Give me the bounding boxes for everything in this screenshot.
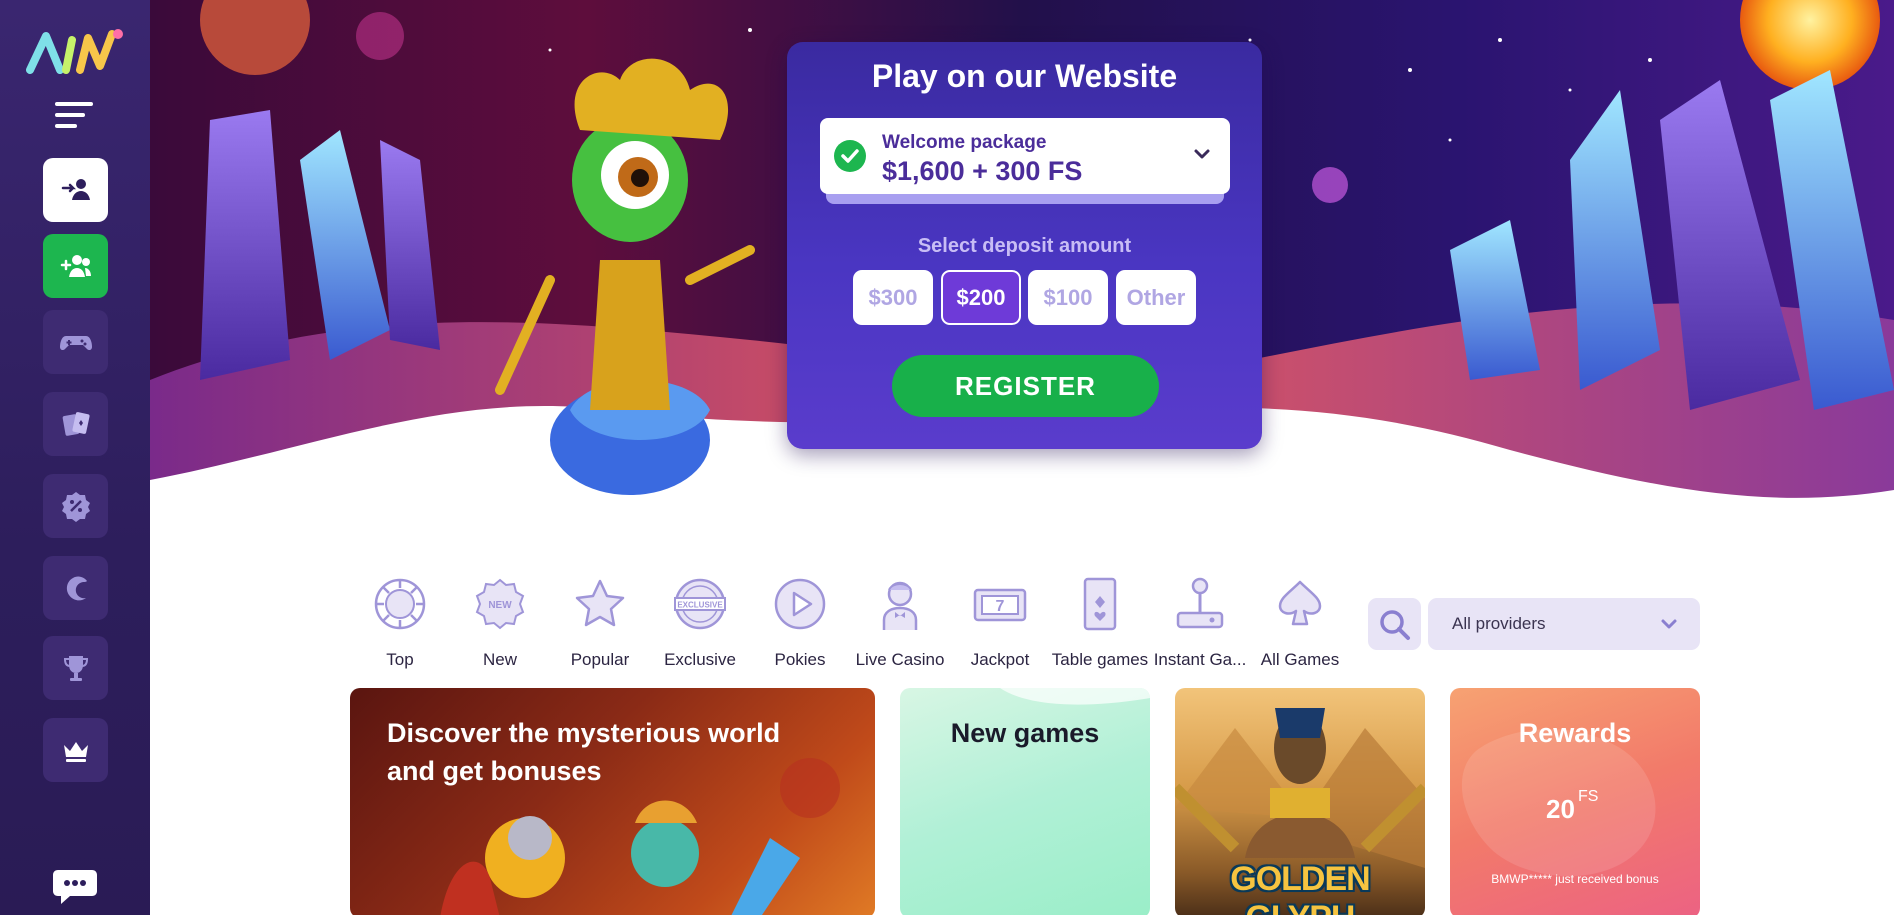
category-jackpot[interactable]: 7 Jackpot	[950, 572, 1050, 672]
providers-dropdown[interactable]: All providers	[1428, 598, 1700, 650]
category-all-games[interactable]: All Games	[1250, 572, 1350, 672]
dealer-icon	[882, 581, 918, 630]
deposit-100-button[interactable]: $100	[1028, 270, 1108, 325]
category-new[interactable]: NEW New	[450, 572, 550, 672]
registration-promo-card: Play on our Website Welcome package $1,6…	[787, 42, 1262, 449]
providers-selected-value: All providers	[1452, 614, 1546, 633]
deposit-other-button[interactable]: Other	[1116, 270, 1196, 325]
top-chip-icon	[374, 578, 426, 630]
spade-icon	[1278, 580, 1322, 626]
new-games-tile[interactable]: New games	[900, 688, 1150, 915]
play-icon	[774, 578, 826, 630]
chat-support-icon[interactable]	[52, 866, 98, 906]
rewards-recent-winner: BMWP***** just received bonus	[1491, 872, 1659, 886]
category-pokies[interactable]: Pokies	[750, 572, 850, 672]
crown-icon[interactable]	[43, 718, 108, 782]
moon-icon[interactable]	[43, 556, 108, 620]
chevron-down-icon	[1194, 149, 1210, 159]
game-categories-bar: Top NEW New Popular EXCLUSIVE Exclusive …	[350, 572, 1350, 672]
cards-icon[interactable]	[43, 392, 108, 456]
gamepad-icon[interactable]	[43, 310, 108, 374]
jackpot-seven-text: 7	[996, 598, 1005, 615]
deposit-200-button[interactable]: $200	[941, 270, 1021, 325]
slot-machine-icon: 7	[973, 588, 1027, 622]
category-instant-games[interactable]: Instant Ga...	[1150, 572, 1250, 672]
hamburger-menu-icon[interactable]	[55, 100, 95, 130]
rewards-fs-unit: FS	[1578, 788, 1599, 805]
welcome-package-selector: Welcome package $1,600 + 300 FS	[820, 118, 1230, 208]
new-games-title: New games	[950, 718, 1100, 748]
rewards-title: Rewards	[1518, 718, 1632, 748]
site-logo[interactable]	[26, 26, 126, 74]
new-badge-text: NEW	[488, 600, 512, 611]
register-users-icon[interactable]	[43, 234, 108, 298]
sidebar	[0, 0, 150, 915]
category-popular[interactable]: Popular	[550, 572, 650, 672]
joystick-icon	[1176, 577, 1224, 629]
percent-badge-icon[interactable]	[43, 474, 108, 538]
check-icon	[834, 140, 866, 172]
rewards-tile[interactable]: Rewards 20 FS BMWP***** just received bo…	[1450, 688, 1700, 915]
welcome-package-dropdown[interactable]: Welcome package $1,600 + 300 FS	[820, 118, 1230, 194]
deposit-300-button[interactable]: $300	[853, 270, 933, 325]
category-exclusive[interactable]: EXCLUSIVE Exclusive	[650, 572, 750, 672]
golden-glyph-title: GOLDEN GLYPH	[1230, 860, 1370, 915]
promo-title: Play on our Website	[871, 58, 1178, 94]
category-label: All Games	[1260, 650, 1340, 669]
search-button[interactable]	[1368, 598, 1421, 650]
search-icon	[1380, 610, 1410, 640]
category-table-games[interactable]: Table games	[1050, 572, 1150, 672]
register-button[interactable]: REGISTER	[892, 355, 1159, 417]
deposit-amount-label: Select deposit amount	[917, 235, 1132, 257]
discover-tile-title: Discover the mysterious world and get bo…	[387, 718, 781, 786]
trophy-icon[interactable]	[43, 636, 108, 700]
package-label: Welcome package	[882, 132, 1047, 153]
package-value: $1,600 + 300 FS	[882, 156, 1083, 186]
golden-glyph-game-tile[interactable]: GOLDEN GLYPH	[1175, 688, 1425, 915]
category-live-casino[interactable]: Live Casino	[850, 572, 950, 672]
exclusive-badge-icon: EXCLUSIVE	[674, 578, 726, 630]
login-user-icon[interactable]	[43, 158, 108, 222]
category-top[interactable]: Top	[350, 572, 450, 672]
casino-home-page: Play on our Website Welcome package $1,6…	[0, 0, 1894, 915]
exclusive-badge-text: EXCLUSIVE	[677, 601, 723, 610]
discover-promo-tile[interactable]: Discover the mysterious world and get bo…	[350, 688, 875, 915]
new-badge-icon: NEW	[475, 578, 525, 630]
chevron-down-icon	[1661, 619, 1677, 629]
star-icon	[575, 579, 625, 627]
playing-card-icon	[1083, 577, 1117, 631]
rewards-fs-amount: 20	[1546, 794, 1575, 824]
